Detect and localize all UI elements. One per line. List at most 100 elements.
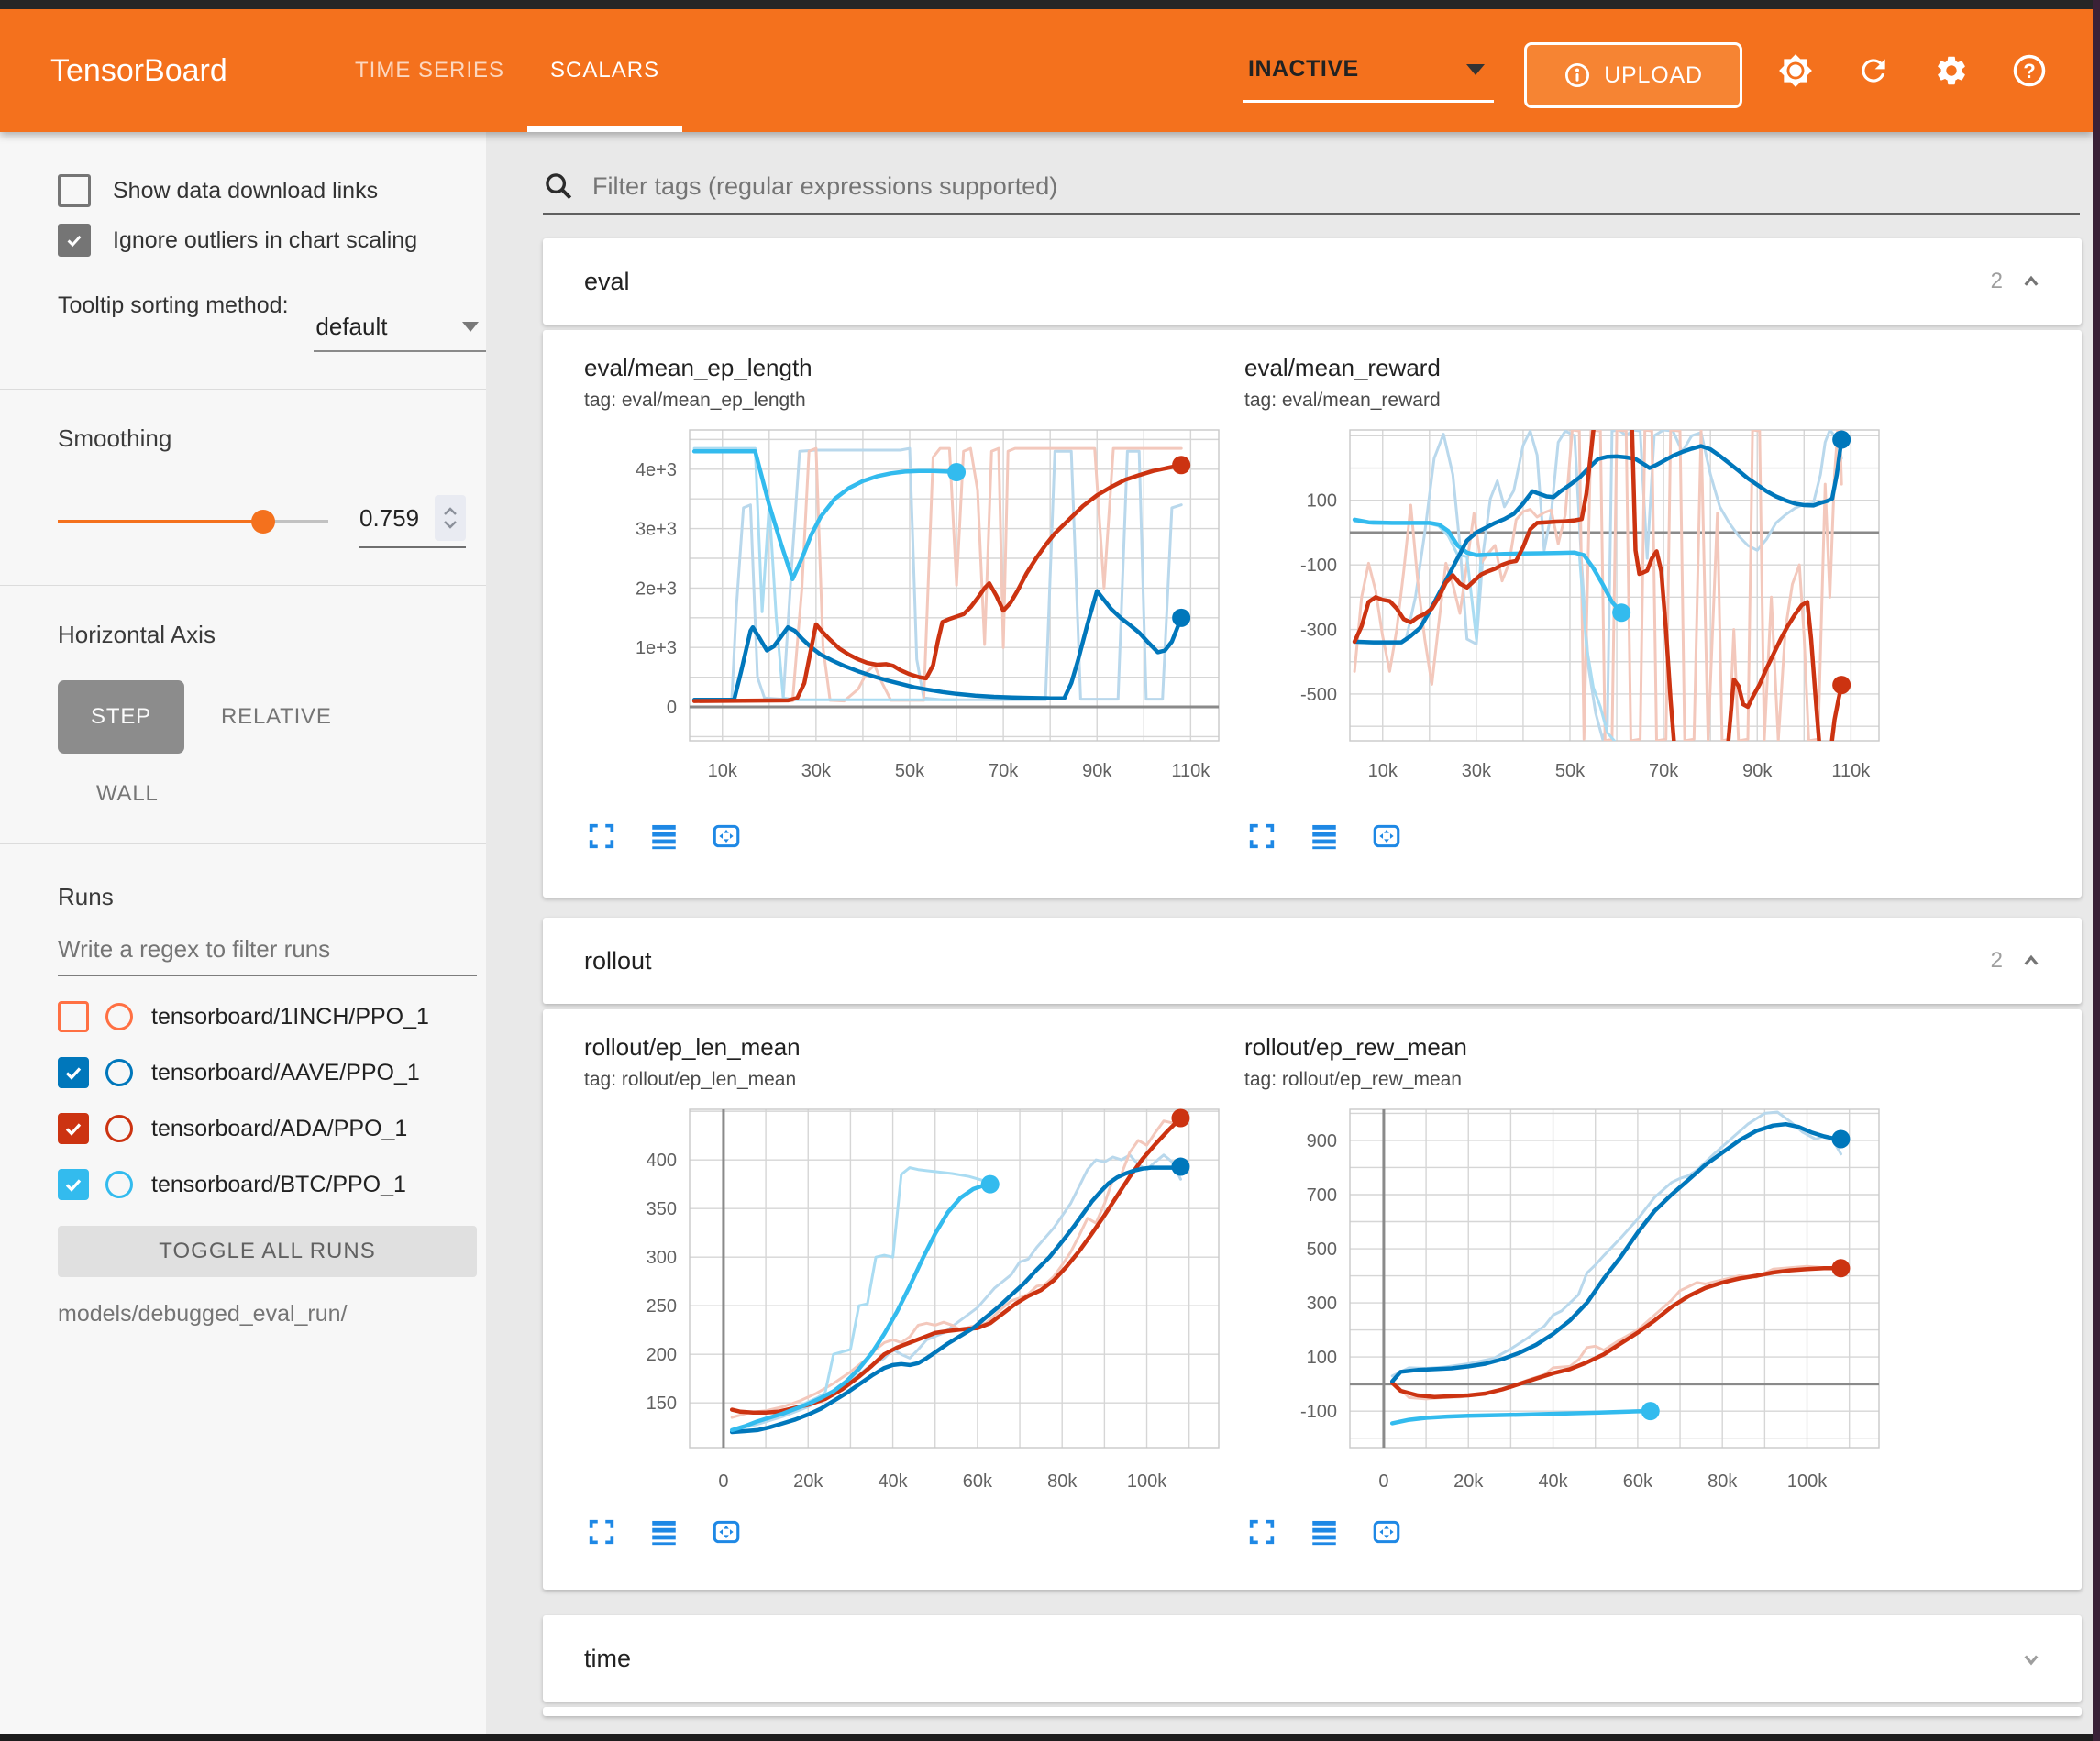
run-row-1inch[interactable]: tensorboard/1INCH/PPO_1 (58, 1001, 486, 1032)
upload-button[interactable]: UPLOAD (1524, 42, 1742, 108)
runs-filter-input[interactable] (58, 935, 477, 976)
run-row-btc[interactable]: tensorboard/BTC/PPO_1 (58, 1169, 486, 1200)
chart-panel-ep-len-mean: rollout/ep_len_mean tag: rollout/ep_len_… (584, 1033, 1231, 1549)
svg-text:90k: 90k (1742, 761, 1773, 781)
svg-text:20k: 20k (1453, 1471, 1484, 1492)
stepper-down-icon[interactable] (443, 520, 458, 529)
active-plugins-dropdown[interactable]: INACTIVE (1243, 39, 1494, 103)
chart-tag: tag: rollout/ep_len_mean (584, 1069, 1231, 1091)
collapse-up-icon[interactable] (2017, 268, 2045, 295)
svg-text:-100: -100 (1300, 556, 1337, 576)
svg-text:70k: 70k (1649, 761, 1679, 781)
smoothing-stepper[interactable] (435, 495, 466, 541)
help-icon[interactable]: ? (2011, 52, 2048, 89)
axis-relative-button[interactable]: RELATIVE (221, 704, 332, 730)
svg-text:30k: 30k (801, 761, 832, 781)
runs-title: Runs (58, 883, 486, 911)
runs-list-icon[interactable] (647, 1515, 681, 1549)
svg-text:0: 0 (1378, 1471, 1388, 1492)
section-header-eval[interactable]: eval 2 (543, 238, 2082, 325)
svg-text:40k: 40k (1538, 1471, 1568, 1492)
tag-filter-input[interactable] (591, 171, 2080, 202)
run-checkbox[interactable] (58, 1169, 89, 1200)
runs-list-icon[interactable] (1307, 819, 1342, 854)
chart-panel-ep-rew-mean: rollout/ep_rew_mean tag: rollout/ep_rew_… (1244, 1033, 1891, 1549)
fit-domain-icon[interactable] (1369, 819, 1404, 854)
chart-actions (1244, 819, 1891, 854)
chart-title: eval/mean_ep_length (584, 354, 1231, 382)
tab-time-series[interactable]: TIME SERIES (332, 9, 527, 132)
run-label: tensorboard/AAVE/PPO_1 (151, 1060, 420, 1086)
svg-text:400: 400 (647, 1151, 677, 1171)
axis-wall-button[interactable]: WALL (96, 781, 486, 807)
chart-actions (584, 819, 1231, 854)
ignore-outliers-checkbox[interactable] (58, 224, 91, 257)
svg-text:?: ? (2023, 60, 2036, 83)
fullscreen-icon[interactable] (584, 819, 619, 854)
tab-scalars[interactable]: SCALARS (527, 9, 682, 132)
section-header-time[interactable]: time (543, 1615, 2082, 1702)
window-right-strip (2093, 0, 2100, 1741)
stepper-up-icon[interactable] (443, 507, 458, 516)
fullscreen-icon[interactable] (1244, 1515, 1279, 1549)
svg-text:3e+3: 3e+3 (636, 520, 677, 540)
run-row-ada[interactable]: tensorboard/ADA/PPO_1 (58, 1113, 486, 1144)
svg-text:200: 200 (647, 1345, 677, 1365)
chart-canvas-mean-reward[interactable]: 100-100-300-50010k30k50k70k90k110k (1244, 424, 1886, 791)
show-download-links-label: Show data download links (113, 178, 378, 204)
svg-text:10k: 10k (1368, 761, 1398, 781)
expand-down-icon[interactable] (2017, 1645, 2045, 1672)
log-directory-label: models/debugged_eval_run/ (58, 1301, 486, 1328)
runs-list-icon[interactable] (647, 819, 681, 854)
fullscreen-icon[interactable] (584, 1515, 619, 1549)
svg-text:1e+3: 1e+3 (636, 638, 677, 658)
svg-text:-300: -300 (1300, 621, 1337, 641)
run-checkbox[interactable] (58, 1057, 89, 1088)
section-header-rollout[interactable]: rollout 2 (543, 918, 2082, 1004)
collapse-up-icon[interactable] (2017, 947, 2045, 975)
app-title: TensorBoard (50, 9, 227, 132)
fit-domain-icon[interactable] (709, 1515, 744, 1549)
show-download-links-checkbox[interactable] (58, 174, 91, 207)
settings-icon[interactable] (1933, 52, 1970, 89)
svg-text:-100: -100 (1300, 1402, 1337, 1422)
smoothing-slider[interactable] (58, 510, 328, 534)
svg-text:60k: 60k (963, 1471, 993, 1492)
run-label: tensorboard/BTC/PPO_1 (151, 1172, 406, 1198)
svg-text:30k: 30k (1462, 761, 1492, 781)
tensorboard-window: TensorBoard TIME SERIES SCALARS INACTIVE… (0, 0, 2100, 1741)
run-checkbox[interactable] (58, 1113, 89, 1144)
fullscreen-icon[interactable] (1244, 819, 1279, 854)
smoothing-value-input[interactable] (359, 504, 435, 533)
tooltip-sorting-dropdown[interactable]: default (314, 303, 486, 352)
show-download-links-row[interactable]: Show data download links (58, 174, 486, 207)
svg-text:-500: -500 (1300, 685, 1337, 705)
header-icon-group: ? (1777, 9, 2048, 132)
svg-text:4e+3: 4e+3 (636, 460, 677, 480)
axis-step-button[interactable]: STEP (58, 680, 184, 754)
toggle-all-runs-button[interactable]: TOGGLE ALL RUNS (58, 1226, 477, 1277)
brightness-icon[interactable] (1777, 52, 1814, 89)
slider-thumb[interactable] (251, 510, 275, 534)
run-row-aave[interactable]: tensorboard/AAVE/PPO_1 (58, 1057, 486, 1088)
svg-text:100: 100 (1307, 1348, 1337, 1368)
chart-canvas-mean-ep-length[interactable]: 01e+32e+33e+34e+310k30k50k70k90k110k (584, 424, 1226, 791)
chart-canvas-ep-rew-mean[interactable]: -100100300500700900020k40k60k80k100k (1244, 1104, 1886, 1507)
chart-panel-mean-reward: eval/mean_reward tag: eval/mean_reward 1… (1244, 354, 1891, 854)
runs-list-icon[interactable] (1307, 1515, 1342, 1549)
fit-domain-icon[interactable] (709, 819, 744, 854)
chart-actions (1244, 1515, 1891, 1549)
section-title: time (584, 1645, 2003, 1673)
svg-text:110k: 110k (1831, 761, 1871, 781)
section-title: eval (584, 268, 1991, 296)
run-color-circle (105, 1171, 133, 1198)
run-checkbox[interactable] (58, 1001, 89, 1032)
svg-text:500: 500 (1307, 1240, 1337, 1260)
fit-domain-icon[interactable] (1369, 1515, 1404, 1549)
refresh-icon[interactable] (1855, 52, 1892, 89)
svg-text:70k: 70k (989, 761, 1019, 781)
tag-filter-bar[interactable] (543, 171, 2080, 215)
chart-canvas-ep-len-mean[interactable]: 150200250300350400020k40k60k80k100k (584, 1104, 1226, 1507)
ignore-outliers-label: Ignore outliers in chart scaling (113, 227, 417, 254)
ignore-outliers-row[interactable]: Ignore outliers in chart scaling (58, 224, 486, 257)
